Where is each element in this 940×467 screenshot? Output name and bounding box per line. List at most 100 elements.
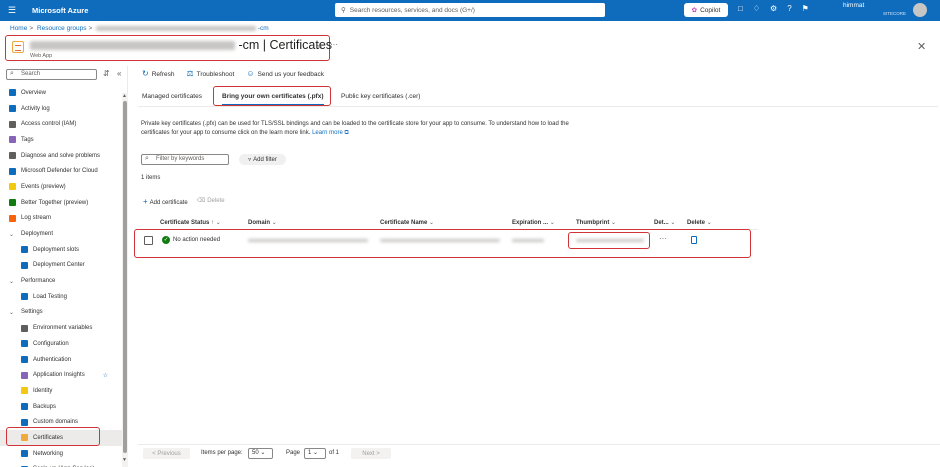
previous-button[interactable]: < Previous — [143, 448, 190, 459]
activity-log-icon — [9, 105, 16, 113]
notifications-icon[interactable]: ♢ — [753, 4, 760, 13]
tab-public-key-certificates[interactable]: Public key certificates (.cer) — [341, 93, 420, 100]
search-icon: ⚲ — [341, 7, 346, 14]
sidebar-item-microsoft-defender-for-cloud[interactable]: Microsoft Defender for Cloud — [0, 163, 122, 179]
col-certificate-status[interactable]: Certificate Status ↑ ⌄ — [160, 219, 221, 226]
add-certificate-button[interactable]: + Add certificate — [143, 197, 188, 206]
sidebar-item-tags[interactable]: Tags — [0, 132, 122, 148]
sidebar-scrollbar[interactable]: ▲ ▼ — [122, 93, 128, 467]
sidebar-item-label: Access control (IAM) — [21, 121, 77, 128]
user-directory: SITECORE — [883, 11, 907, 16]
sidebar-item-deployment-slots[interactable]: Deployment slots — [0, 242, 122, 258]
menu-icon[interactable]: ☰ — [8, 5, 22, 16]
col-expiration[interactable]: Expiration ... ⌄ — [512, 219, 555, 226]
sidebar-item-label: Better Together (preview) — [21, 199, 89, 206]
help-icon[interactable]: ? — [787, 4, 791, 13]
refresh-label: Refresh — [151, 71, 175, 78]
delete-label: Delete — [207, 198, 225, 204]
log-stream-icon — [9, 214, 16, 222]
sidebar-item-label: Environment variables — [33, 325, 93, 332]
learn-more-link[interactable]: Learn more — [312, 130, 343, 136]
sidebar-item-label: Application Insights — [33, 372, 85, 379]
sidebar-item-better-together-preview[interactable]: Better Together (preview) — [0, 195, 122, 211]
breadcrumb-resource-groups[interactable]: Resource groups — [37, 25, 87, 32]
sidebar-item-label: Identity — [33, 387, 53, 394]
breadcrumb-home[interactable]: Home — [10, 25, 27, 32]
items-per-page-select[interactable]: 50 ⌄ — [248, 448, 273, 459]
sidebar-item-networking[interactable]: Networking — [0, 446, 122, 462]
global-search-input[interactable]: ⚲ Search resources, services, and docs (… — [335, 3, 605, 17]
scroll-down-icon[interactable]: ▼ — [122, 457, 127, 463]
avatar[interactable] — [913, 3, 927, 17]
sidebar-item-label: Log stream — [21, 215, 52, 222]
tags-icon — [9, 136, 16, 144]
items-count: 1 items — [141, 175, 161, 181]
sidebar-item-activity-log[interactable]: Activity log — [0, 101, 122, 117]
microsoft-defender-for-cloud-icon — [9, 167, 16, 175]
add-filter-button[interactable]: ▿ Add filter — [239, 154, 286, 165]
row-highlight — [134, 229, 751, 258]
page-value: 1 — [308, 450, 312, 456]
sidebar-item-label: Activity log — [21, 105, 50, 112]
events-preview-icon — [9, 183, 16, 191]
sidebar-item-scale-up-app-service[interactable]: Scale up (App Service) — [0, 462, 122, 467]
sidebar-item-log-stream[interactable]: Log stream — [0, 211, 122, 227]
sidebar-item-diagnose-and-solve-problems[interactable]: Diagnose and solve problems — [0, 148, 122, 164]
sidebar-item-backups[interactable]: Backups — [0, 399, 122, 415]
breadcrumb-tail[interactable]: -cm — [258, 25, 269, 32]
sidebar-item-label: Diagnose and solve problems — [21, 152, 101, 159]
deployment-center-icon — [21, 261, 28, 269]
breadcrumb-redacted — [96, 25, 257, 31]
sidebar-item-identity[interactable]: Identity — [0, 383, 122, 399]
tab-managed-certificates[interactable]: Managed certificates — [142, 93, 202, 100]
sidebar-item-access-control-iam[interactable]: Access control (IAM) — [0, 116, 122, 132]
sidebar-group-settings[interactable]: ⌄ Settings — [0, 305, 122, 321]
favorite-star-icon[interactable]: ☆ — [316, 41, 324, 52]
next-button[interactable]: Next > — [351, 448, 391, 459]
col-delete-label: Delete — [687, 220, 706, 226]
collapse-sidebar-icon[interactable]: « — [117, 69, 121, 78]
delete-button[interactable]: ⌫ Delete — [197, 197, 225, 206]
cloud-shell-icon[interactable]: □ — [738, 4, 743, 13]
sidebar-item-application-insights[interactable]: Application Insights ☆ — [0, 367, 122, 383]
feedback-button[interactable]: ☺ Send us your feedback — [246, 69, 324, 78]
sidebar-item-load-testing[interactable]: Load Testing — [0, 289, 122, 305]
copilot-button[interactable]: ✿ Copilot — [684, 3, 728, 17]
page-select[interactable]: 1 ⌄ — [304, 448, 326, 459]
sidebar-item-events-preview[interactable]: Events (preview) — [0, 179, 122, 195]
settings-icon[interactable]: ⚙ — [770, 4, 777, 13]
favorite-star-icon[interactable]: ☆ — [103, 372, 108, 379]
sidebar-item-label: Tags — [21, 136, 34, 143]
col-certificate-name[interactable]: Certificate Name ⌄ — [380, 219, 434, 226]
sidebar-item-configuration[interactable]: Configuration — [0, 336, 122, 352]
col-delete[interactable]: Delete ⌄ — [687, 219, 712, 226]
sidebar-group-deployment[interactable]: ⌄ Deployment — [0, 226, 122, 242]
chevron-down-icon: ⌄ — [549, 220, 555, 226]
sidebar-item-authentication[interactable]: Authentication — [0, 352, 122, 368]
custom-domains-icon — [21, 418, 28, 426]
feedback-icon[interactable]: ⚑ — [802, 4, 809, 13]
col-domain[interactable]: Domain ⌄ — [248, 219, 277, 226]
sidebar-group-performance[interactable]: ⌄ Performance — [0, 273, 122, 289]
troubleshoot-button[interactable]: ⚖ Troubleshoot — [186, 69, 234, 78]
close-icon[interactable]: ✕ — [917, 40, 926, 53]
scrollbar-thumb[interactable] — [123, 101, 127, 453]
sidebar-item-environment-variables[interactable]: Environment variables — [0, 320, 122, 336]
more-icon[interactable]: ··· — [330, 40, 338, 49]
expand-icon[interactable]: ⇵ — [103, 69, 110, 78]
sidebar-item-label: Overview — [21, 89, 47, 96]
sidebar-search-input[interactable]: Search — [6, 69, 97, 80]
description-text: Private key certificates (.pfx) can be u… — [141, 121, 569, 136]
sidebar-item-deployment-center[interactable]: Deployment Center — [0, 258, 122, 274]
col-details[interactable]: Det... ⌄ — [654, 219, 675, 226]
page-of-label: of 1 — [329, 450, 340, 456]
pagination: < Previous Items per page: 50 ⌄ Page 1 ⌄… — [138, 444, 940, 467]
brand-label[interactable]: Microsoft Azure — [32, 6, 88, 15]
description: Private key certificates (.pfx) can be u… — [141, 120, 581, 138]
filter-input[interactable]: Filter by keywords — [141, 154, 229, 165]
col-thumbprint[interactable]: Thumbprint ⌄ — [576, 219, 616, 226]
sidebar-item-overview[interactable]: Overview — [0, 85, 122, 101]
scroll-up-icon[interactable]: ▲ — [122, 93, 127, 99]
user-account[interactable]: himmat SITECORE — [843, 2, 906, 18]
refresh-button[interactable]: ↻ Refresh — [142, 69, 174, 78]
